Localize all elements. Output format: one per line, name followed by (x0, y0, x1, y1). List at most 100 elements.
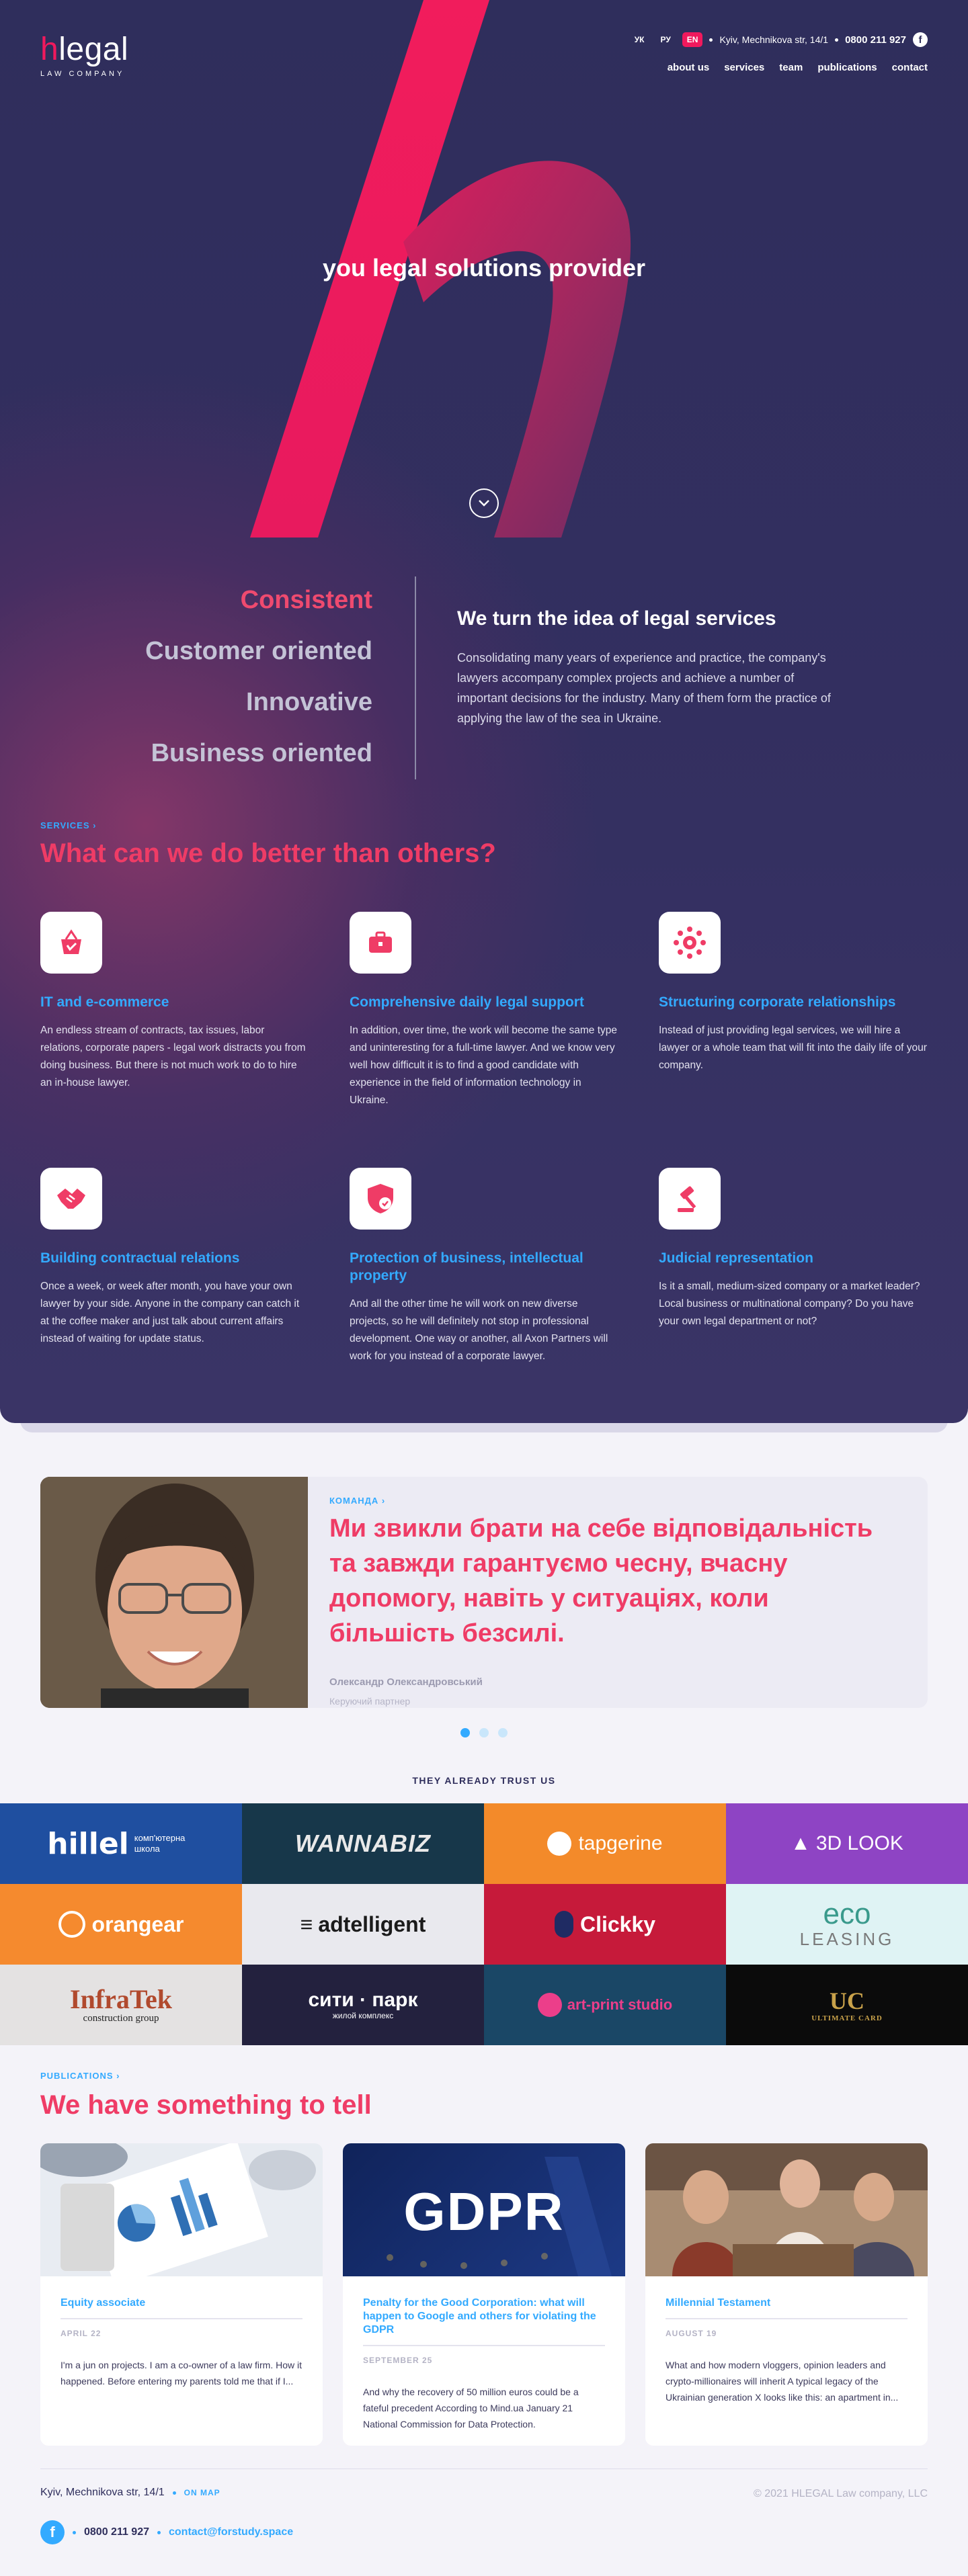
nav-contact[interactable]: contact (892, 62, 928, 73)
value-item: Consistent (240, 586, 372, 614)
service-title: Protection of business, intellectual pro… (350, 1250, 583, 1283)
gdpr-banner: GDPR (343, 2143, 625, 2276)
service-text: Once a week, or week after month, you ha… (40, 1281, 300, 1344)
team-eyebrow[interactable]: КОМАНДА › (329, 1496, 894, 1506)
divider (666, 2318, 908, 2319)
separator-dot (172, 2491, 176, 2495)
young-people-photo (645, 2143, 928, 2276)
scroll-down-button[interactable] (469, 488, 499, 518)
publication-excerpt: And why the recovery of 50 million euros… (363, 2387, 579, 2430)
nav-team[interactable]: team (779, 62, 803, 73)
service-text: In addition, over time, the work will be… (350, 1025, 618, 1106)
publication-date: SEPTEMBER 25 (363, 2356, 433, 2365)
header-phone[interactable]: 0800 211 927 (845, 34, 906, 46)
topbar: УК РУ EN Kyiv, Mechnikova str, 14/1 0800… (630, 32, 928, 47)
separator-dot (73, 2530, 76, 2534)
footer-email[interactable]: contact@forstudy.space (169, 2526, 293, 2538)
client-logo-art-print[interactable]: art-print studio (484, 1965, 726, 2045)
client-logo-hillel[interactable]: hillel комп'ютерна школа (0, 1803, 242, 1884)
divider (363, 2345, 605, 2346)
service-title: Comprehensive daily legal support (350, 994, 584, 1010)
values-list: Consistent Customer oriented Innovative … (145, 586, 372, 790)
service-card: Structuring corporate relationships Inst… (659, 912, 928, 1074)
divider (415, 576, 416, 779)
publication-title[interactable]: Equity associate (61, 2296, 302, 2310)
values-heading: We turn the idea of legal services (457, 607, 776, 630)
publication-excerpt: I'm a jun on projects. I am a co-owner o… (61, 2360, 302, 2387)
service-title: Structuring corporate relationships (659, 994, 896, 1010)
service-text: And all the other time he will work on n… (350, 1298, 608, 1362)
logo-h: h (40, 32, 59, 67)
client-logo-orangear[interactable]: orangear (0, 1884, 242, 1965)
logo-text: legal (58, 32, 129, 67)
footer-phone[interactable]: 0800 211 927 (84, 2526, 149, 2538)
lang-ru[interactable]: РУ (655, 32, 675, 47)
pager-dot[interactable] (460, 1728, 470, 1737)
nav-about-us[interactable]: about us (668, 62, 710, 73)
service-title: IT and e-commerce (40, 994, 169, 1010)
separator-dot (157, 2530, 161, 2534)
publications-title: We have something to tell (40, 2090, 372, 2120)
nav-services[interactable]: services (724, 62, 764, 73)
service-card: IT and e-commerce An endless stream of c… (40, 912, 309, 1092)
publication-title[interactable]: Penalty for the Good Corporation: what w… (363, 2296, 605, 2337)
publication-excerpt: What and how modern vloggers, opinion le… (666, 2360, 899, 2403)
business-charts-photo (40, 2143, 323, 2276)
hero-title: you legal solutions provider (322, 254, 646, 282)
value-item: Customer oriented (145, 637, 372, 665)
publication-card[interactable]: Millennial Testament AUGUST 19 What and … (645, 2143, 928, 2446)
publication-title[interactable]: Millennial Testament (666, 2296, 908, 2310)
facebook-icon[interactable]: f (913, 32, 928, 47)
clients-grid: hillel комп'ютерна школа WANNABIZ tapger… (0, 1803, 968, 2045)
gavel-icon (659, 1168, 721, 1230)
service-card: Comprehensive daily legal support In add… (350, 912, 618, 1109)
logo-tagline: LAW COMPANY (40, 70, 125, 78)
services-eyebrow[interactable]: SERVICES › (40, 820, 496, 830)
footer-contact-row: f 0800 211 927 contact@forstudy.space (40, 2520, 928, 2544)
values-block: Consistent Customer oriented Innovative … (0, 576, 968, 785)
publication-card[interactable]: Equity associate APRIL 22 I'm a jun on p… (40, 2143, 323, 2446)
shield-check-icon (350, 1168, 411, 1230)
client-logo-infratek[interactable]: InfraTek construction group (0, 1965, 242, 2045)
hero-section: hlegal LAW COMPANY УК РУ EN Kyiv, Mechni… (0, 0, 968, 1423)
separator-dot (835, 38, 839, 42)
clients-title: THEY ALREADY TRUST US (412, 1775, 556, 1786)
on-map-link[interactable]: ON MAP (184, 2488, 220, 2497)
lang-uk[interactable]: УК (630, 32, 649, 47)
client-logo-city-park[interactable]: сити · парк жилой комплекс (242, 1965, 484, 2045)
pager-dot[interactable] (498, 1728, 508, 1737)
team-quote-block: КОМАНДА › Ми звикли брати на себе відпов… (329, 1496, 894, 1707)
values-text: Consolidating many years of experience a… (457, 651, 831, 725)
main-nav: about us services team publications cont… (668, 62, 928, 73)
team-member-role: Керуючий партнер (329, 1696, 411, 1707)
services-title: What can we do better than others? (40, 839, 496, 868)
client-logo-clickky[interactable]: Clickky (484, 1884, 726, 1965)
chevron-down-icon (479, 500, 489, 507)
publications-eyebrow[interactable]: PUBLICATIONS › (40, 2071, 928, 2081)
separator-dot (709, 38, 713, 42)
service-text: Instead of just providing legal services… (659, 1025, 927, 1071)
publication-date: APRIL 22 (61, 2329, 102, 2338)
services-header: SERVICES › What can we do better than ot… (40, 820, 496, 869)
logo[interactable]: hlegal LAW COMPANY (40, 32, 129, 79)
handshake-icon (40, 1168, 102, 1230)
team-member-name: Олександр Олександровський (329, 1676, 483, 1688)
lang-en[interactable]: EN (682, 32, 703, 47)
client-logo-ultimate-card[interactable]: UC ULTIMATE CARD (726, 1965, 968, 2045)
pager-dot[interactable] (479, 1728, 489, 1737)
client-logo-wannabiz[interactable]: WANNABIZ (242, 1803, 484, 1884)
client-logo-eco-leasing[interactable]: eco LEASING (726, 1884, 968, 1965)
briefcase-icon (350, 912, 411, 974)
client-logo-tapgerine[interactable]: tapgerine (484, 1803, 726, 1884)
service-text: An endless stream of contracts, tax issu… (40, 1025, 306, 1088)
publication-card[interactable]: GDPR Penalty for the Good Corporation: w… (343, 2143, 625, 2446)
facebook-icon[interactable]: f (40, 2520, 65, 2544)
values-description: We turn the idea of legal services Conso… (457, 607, 834, 728)
client-logo-adtelligent[interactable]: ≡ adtelligent (242, 1884, 484, 1965)
service-card: Building contractual relations Once a we… (40, 1168, 309, 1348)
client-logo-3dlook[interactable]: ▲ 3D LOOK (726, 1803, 968, 1884)
footer-address: Kyiv, Mechnikova str, 14/1 (40, 2487, 165, 2498)
publication-date: AUGUST 19 (666, 2329, 717, 2338)
network-icon (659, 912, 721, 974)
nav-publications[interactable]: publications (817, 62, 877, 73)
